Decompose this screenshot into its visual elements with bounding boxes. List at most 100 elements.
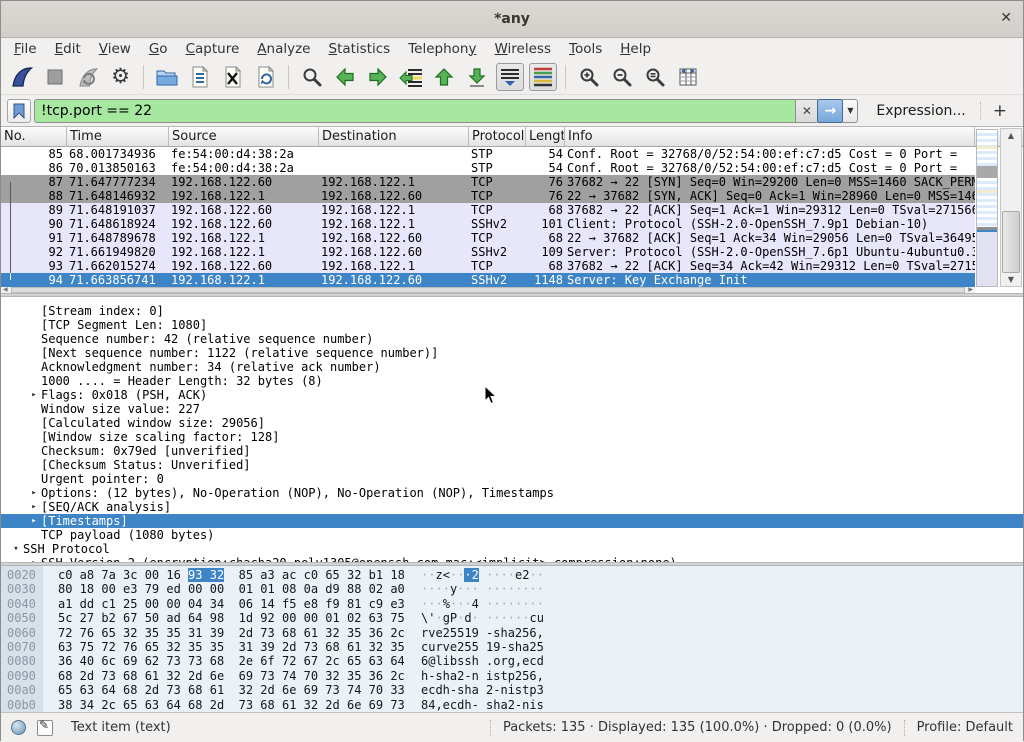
- capture-options-button[interactable]: ⚙: [107, 63, 135, 91]
- hex-row-0020[interactable]: 0020c0 a8 7a 3c 00 16 93 32 85 a3 ac c0 …: [1, 568, 1023, 582]
- hex-row-0090[interactable]: 009068 2d 73 68 61 32 2d 6e 69 73 74 70 …: [1, 669, 1023, 683]
- menu-analyze[interactable]: Analyze: [248, 39, 319, 59]
- hex-dump-pane: 0020c0 a8 7a 3c 00 16 93 32 85 a3 ac c0 …: [1, 566, 1023, 712]
- hex-row-00b0[interactable]: 00b038 34 2c 65 63 64 68 2d 73 68 61 32 …: [1, 698, 1023, 712]
- detail-line[interactable]: ▸Flags: 0x018 (PSH, ACK): [1, 388, 1023, 402]
- column-header-no[interactable]: No.: [1, 127, 67, 146]
- capture-comment-icon[interactable]: ✎: [37, 720, 53, 736]
- detail-line[interactable]: ▸Options: (12 bytes), No-Operation (NOP)…: [1, 486, 1023, 500]
- column-header-destination[interactable]: Destination: [319, 127, 469, 146]
- save-file-button[interactable]: [186, 63, 214, 91]
- auto-scroll-button[interactable]: [496, 63, 524, 91]
- detail-line[interactable]: TCP payload (1080 bytes): [1, 528, 1023, 542]
- go-last-button[interactable]: [463, 63, 491, 91]
- packet-row-86[interactable]: 8670.013850163fe:54:00:d4:38:2aSTP54Conf…: [1, 161, 975, 175]
- hex-row-00a0[interactable]: 00a065 63 64 68 2d 73 68 61 32 2d 6e 69 …: [1, 683, 1023, 697]
- packet-row-88[interactable]: 8871.648146932192.168.122.1192.168.122.6…: [1, 189, 975, 203]
- filter-clear-button[interactable]: ✕: [795, 99, 817, 123]
- close-file-button[interactable]: [219, 63, 247, 91]
- packet-list-vscrollbar[interactable]: ▲ ▼: [1000, 128, 1022, 287]
- column-header-info[interactable]: Info: [565, 127, 975, 146]
- hex-row-0060[interactable]: 006072 76 65 32 35 35 31 39 2d 73 68 61 …: [1, 626, 1023, 640]
- reload-file-button[interactable]: [252, 63, 280, 91]
- filter-history-dropdown[interactable]: ▼: [843, 99, 858, 123]
- packet-row-87[interactable]: 8771.647777234192.168.122.60192.168.122.…: [1, 175, 975, 189]
- packet-row-85[interactable]: 8568.001734936fe:54:00:d4:38:2aSTP54Conf…: [1, 147, 975, 161]
- detail-line[interactable]: [TCP Segment Len: 1080]: [1, 318, 1023, 332]
- zoom-reset-button[interactable]: [641, 63, 669, 91]
- add-filter-button[interactable]: +: [993, 101, 1007, 121]
- expert-info-icon[interactable]: [11, 720, 26, 735]
- detail-line[interactable]: [Calculated window size: 29056]: [1, 416, 1023, 430]
- detail-line[interactable]: 1000 .... = Header Length: 32 bytes (8): [1, 374, 1023, 388]
- close-window-icon[interactable]: ✕: [1000, 10, 1012, 26]
- packet-row-94[interactable]: 9471.663856741192.168.122.1192.168.122.6…: [1, 273, 975, 287]
- find-packet-button[interactable]: [298, 63, 326, 91]
- menu-statistics[interactable]: Statistics: [319, 39, 399, 59]
- colorize-button[interactable]: [529, 63, 557, 91]
- packet-row-93[interactable]: 9371.662015274192.168.122.60192.168.122.…: [1, 259, 975, 273]
- detail-line[interactable]: Checksum: 0x79ed [unverified]: [1, 444, 1023, 458]
- packet-row-91[interactable]: 9171.648789678192.168.122.1192.168.122.6…: [1, 231, 975, 245]
- packet-row-90[interactable]: 9071.648618924192.168.122.60192.168.122.…: [1, 217, 975, 231]
- menu-tools[interactable]: Tools: [560, 39, 611, 59]
- detail-line[interactable]: Sequence number: 42 (relative sequence n…: [1, 332, 1023, 346]
- menu-telephony[interactable]: Telephony: [399, 39, 485, 59]
- related-packet-indicator: [10, 245, 11, 259]
- detail-line[interactable]: ▸[SEQ/ACK analysis]: [1, 500, 1023, 514]
- go-first-button[interactable]: [430, 63, 458, 91]
- filter-bookmark-button[interactable]: [7, 99, 31, 123]
- detail-line[interactable]: ▸[Timestamps]: [1, 514, 1023, 528]
- detail-line[interactable]: Window size value: 227: [1, 402, 1023, 416]
- start-capture-button[interactable]: [8, 63, 36, 91]
- menu-go[interactable]: Go: [140, 39, 177, 59]
- hex-row-0070[interactable]: 007063 75 72 76 65 32 35 35 31 39 2d 73 …: [1, 640, 1023, 654]
- hex-row-0040[interactable]: 0040a1 dd c1 25 00 00 04 34 06 14 f5 e8 …: [1, 597, 1023, 611]
- packet-row-92[interactable]: 9271.661949820192.168.122.1192.168.122.6…: [1, 245, 975, 259]
- hex-row-0050[interactable]: 00505c 27 b2 67 50 ad 64 98 1d 92 00 00 …: [1, 611, 1023, 625]
- open-file-button[interactable]: [153, 63, 181, 91]
- menu-view[interactable]: View: [90, 39, 140, 59]
- menu-capture[interactable]: Capture: [177, 39, 249, 59]
- scroll-up-icon[interactable]: ▲: [1001, 129, 1021, 142]
- detail-line[interactable]: [Next sequence number: 1122 (relative se…: [1, 346, 1023, 360]
- expander-collapsed-icon[interactable]: ▸: [27, 388, 41, 402]
- vscroll-thumb[interactable]: [1002, 211, 1020, 274]
- zoom-out-button[interactable]: [608, 63, 636, 91]
- menu-edit[interactable]: Edit: [46, 39, 90, 59]
- stop-capture-button[interactable]: [41, 63, 69, 91]
- menu-wireless[interactable]: Wireless: [485, 39, 560, 59]
- resize-columns-button[interactable]: [674, 63, 702, 91]
- detail-line[interactable]: [Checksum Status: Unverified]: [1, 458, 1023, 472]
- detail-line[interactable]: [Window size scaling factor: 128]: [1, 430, 1023, 444]
- expander-expanded-icon[interactable]: ▾: [9, 542, 23, 556]
- packet-row-89[interactable]: 8971.648191037192.168.122.60192.168.122.…: [1, 203, 975, 217]
- hex-row-0030[interactable]: 003080 18 00 e3 79 ed 00 00 01 01 08 0a …: [1, 582, 1023, 596]
- restart-capture-button[interactable]: [74, 63, 102, 91]
- expander-spacer: [27, 430, 41, 444]
- expander-collapsed-icon[interactable]: ▸: [27, 500, 41, 514]
- column-header-time[interactable]: Time: [67, 127, 169, 146]
- column-header-source[interactable]: Source: [169, 127, 319, 146]
- menu-help[interactable]: Help: [611, 39, 660, 59]
- expression-button[interactable]: Expression...: [876, 103, 965, 119]
- zoom-in-button[interactable]: [575, 63, 603, 91]
- detail-line[interactable]: [Stream index: 0]: [1, 304, 1023, 318]
- hex-row-0080[interactable]: 008036 40 6c 69 62 73 73 68 2e 6f 72 67 …: [1, 654, 1023, 668]
- menu-file[interactable]: File: [5, 39, 46, 59]
- detail-line[interactable]: ▾SSH Protocol: [1, 542, 1023, 556]
- go-to-packet-button[interactable]: [397, 63, 425, 91]
- column-header-length[interactable]: Length: [526, 127, 565, 146]
- filter-apply-button[interactable]: →: [817, 99, 843, 123]
- column-header-protocol[interactable]: Protocol: [469, 127, 526, 146]
- detail-line[interactable]: Acknowledgment number: 34 (relative ack …: [1, 360, 1023, 374]
- expander-spacer: [27, 304, 41, 318]
- packet-list-minimap[interactable]: [976, 129, 998, 287]
- go-forward-button[interactable]: [364, 63, 392, 91]
- expander-collapsed-icon[interactable]: ▸: [27, 514, 41, 528]
- display-filter-input[interactable]: [34, 99, 795, 123]
- scroll-down-icon[interactable]: ▼: [1001, 273, 1021, 286]
- expander-collapsed-icon[interactable]: ▸: [27, 486, 41, 500]
- go-back-button[interactable]: [331, 63, 359, 91]
- detail-line[interactable]: Urgent pointer: 0: [1, 472, 1023, 486]
